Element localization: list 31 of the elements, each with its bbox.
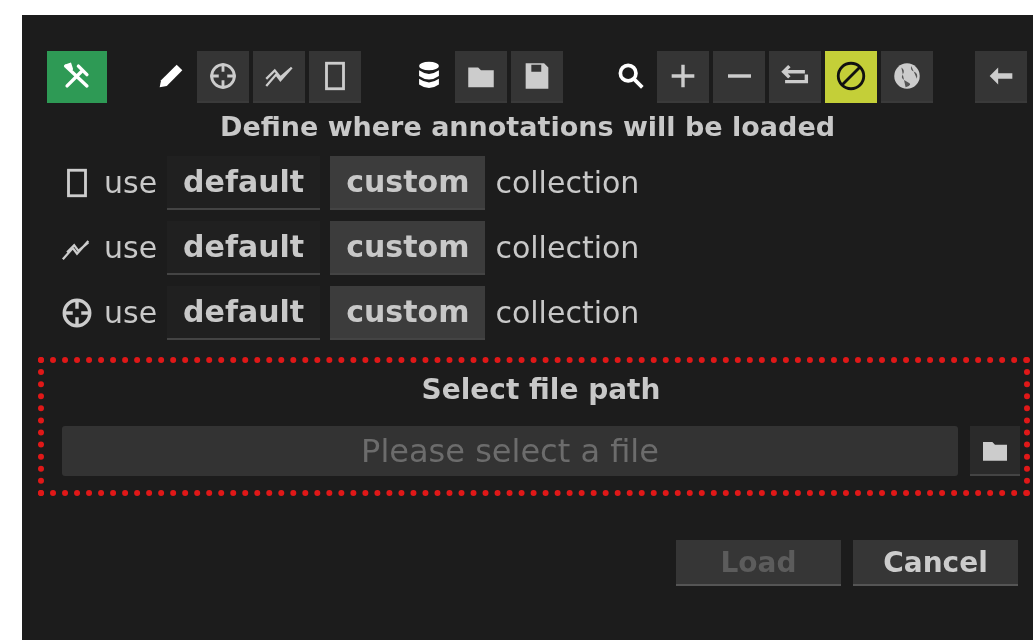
folder-button[interactable] [455,51,507,103]
forbidden-icon [834,59,868,93]
toggle-option[interactable]: custom [330,285,486,340]
floppy-disk-button[interactable] [511,51,563,103]
rectangle-button[interactable] [309,51,361,103]
toggle-option[interactable]: custom [330,220,486,275]
cancel-button[interactable]: Cancel [853,540,1018,586]
tools-button[interactable] [47,51,107,103]
toggle-option[interactable]: default [167,220,321,275]
browse-button[interactable] [970,426,1020,476]
swap-button[interactable] [769,51,821,103]
file-path-field[interactable]: Please select a file [62,426,958,476]
line-chart-button[interactable] [253,51,305,103]
back-arrow-button[interactable] [975,51,1027,103]
minus-button[interactable] [713,51,765,103]
crosshair-button[interactable] [197,51,249,103]
minus-icon [727,73,751,79]
toggle-option[interactable]: custom [330,155,486,210]
collection-label: collection [495,165,640,200]
globe-button[interactable] [881,51,933,103]
collection-label: collection [495,295,640,330]
toggle-option[interactable]: default [167,155,321,210]
use-label: use [104,165,158,200]
section-heading: Define where annotations will be loaded [218,111,837,142]
use-label: use [104,230,158,265]
toggle-option[interactable]: default [167,285,321,340]
plus-button[interactable] [657,51,709,103]
collection-label: collection [495,230,640,265]
forbidden-button[interactable] [825,51,877,103]
use-label: use [104,295,158,330]
file-path-title: Select file path [420,373,662,406]
